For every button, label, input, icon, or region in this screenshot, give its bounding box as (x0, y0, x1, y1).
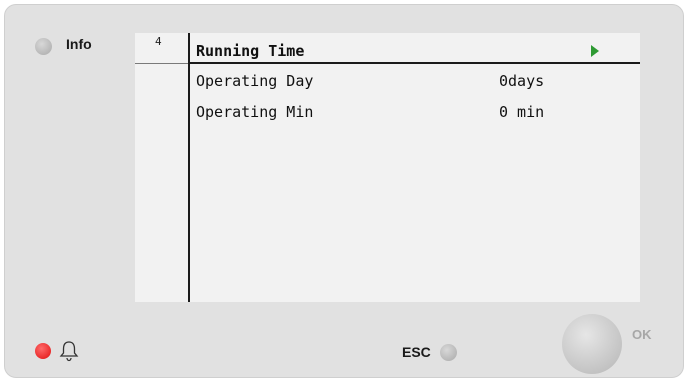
menu-title: Running Time (196, 42, 305, 60)
alarm-led-icon (35, 343, 51, 359)
controller-panel: Info 4 Running Time Operating Day 0days … (4, 4, 684, 378)
bell-icon[interactable] (59, 340, 79, 362)
row-value-operating-min: 0 min (499, 103, 545, 121)
row-label-operating-min: Operating Min (196, 103, 314, 121)
row-value-operating-day: 0days (499, 72, 545, 90)
play-arrow-icon (591, 45, 599, 57)
esc-label: ESC (402, 344, 431, 360)
screen-divider-vertical (188, 33, 190, 302)
screen-divider-left (135, 63, 188, 64)
ok-button[interactable] (562, 314, 622, 374)
screen-divider-header (188, 62, 640, 64)
display-screen: 4 Running Time Operating Day 0days Opera… (135, 33, 640, 302)
ok-label: OK (632, 327, 652, 342)
esc-button[interactable] (440, 344, 457, 361)
row-label-operating-day: Operating Day (196, 72, 314, 90)
info-label: Info (66, 36, 92, 52)
info-led-icon[interactable] (35, 38, 52, 55)
page-index: 4 (155, 35, 162, 48)
